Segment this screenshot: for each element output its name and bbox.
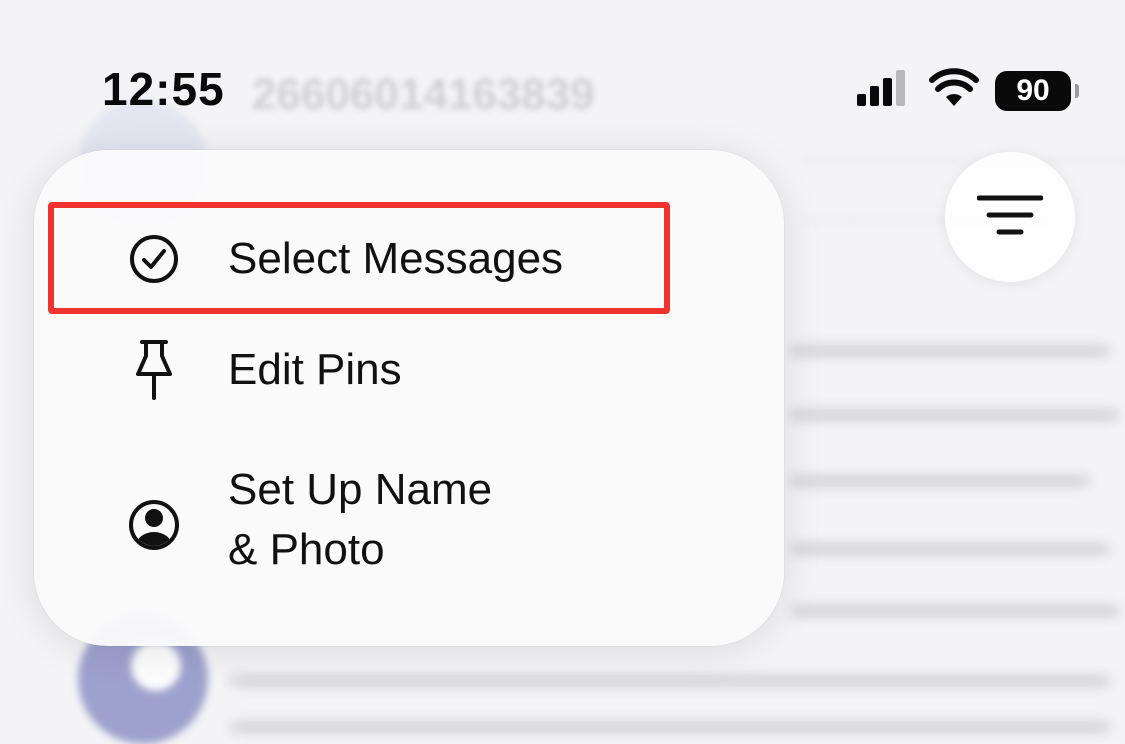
background-row — [790, 606, 1120, 616]
wifi-icon — [929, 68, 979, 113]
background-row — [790, 476, 1090, 486]
menu-item-edit-pins[interactable]: Edit Pins — [34, 320, 784, 420]
battery-icon: 90 — [995, 70, 1079, 111]
menu-item-label: Set Up Name & Photo — [228, 460, 492, 580]
background-row — [230, 722, 1110, 732]
battery-level: 90 — [1016, 73, 1050, 107]
status-time: 12:55 — [102, 63, 225, 115]
background-row — [790, 410, 1120, 420]
cellular-signal-icon — [855, 68, 913, 113]
background-conversation-title: 26606014163839 — [252, 70, 595, 119]
highlight-box — [48, 202, 670, 314]
background-row — [790, 544, 1110, 554]
person-circle-icon — [126, 497, 182, 553]
status-icons: 90 — [855, 68, 1079, 113]
menu-item-set-up-name-photo[interactable]: Set Up Name & Photo — [34, 450, 784, 600]
background-row — [230, 676, 1110, 686]
filter-lines-icon — [976, 193, 1044, 242]
menu-item-label: Edit Pins — [228, 345, 402, 394]
background-row — [790, 346, 1110, 356]
pin-icon — [126, 340, 182, 400]
menu-item-label-line2: & Photo — [228, 525, 385, 574]
filter-button[interactable] — [945, 152, 1075, 282]
menu-item-label-line1: Set Up Name — [228, 465, 493, 514]
